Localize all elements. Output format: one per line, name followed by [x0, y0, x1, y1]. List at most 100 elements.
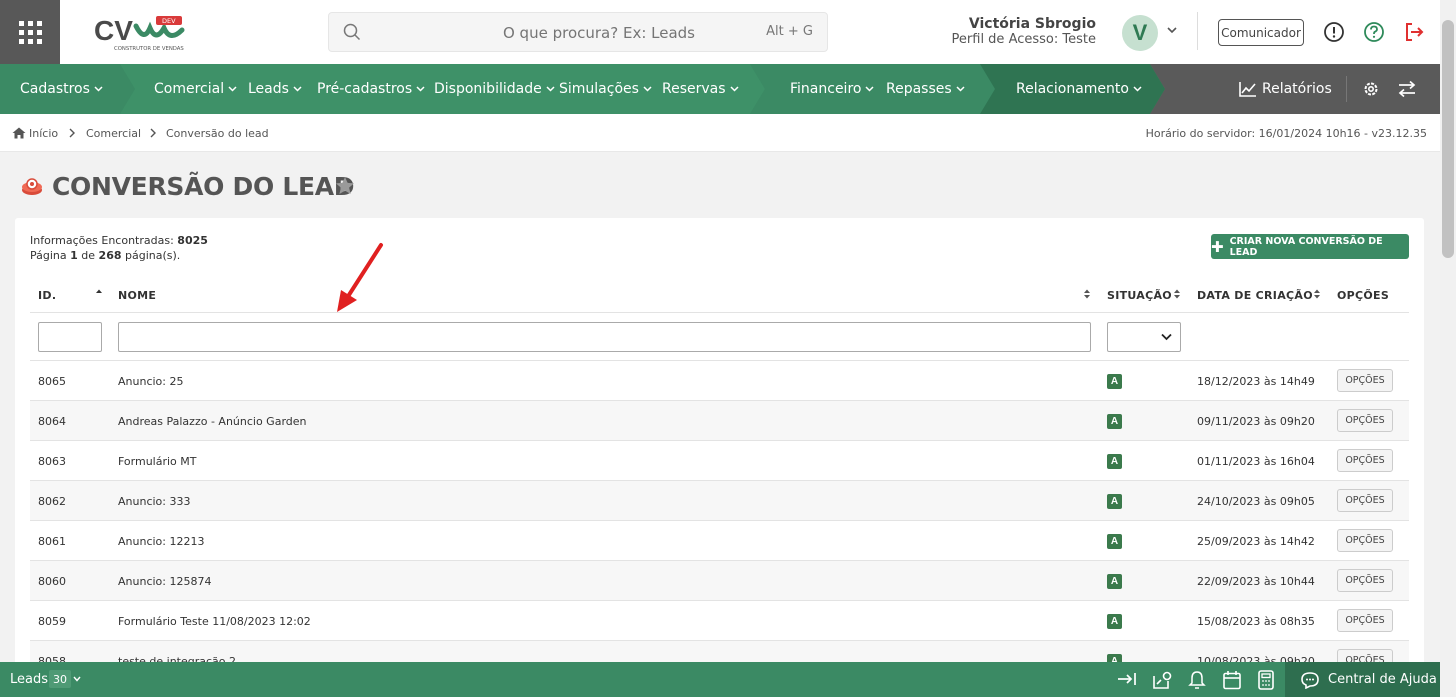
row-id: 8064 [38, 415, 66, 428]
bell-icon[interactable] [1188, 670, 1206, 690]
row-name: Formulário Teste 11/08/2023 12:02 [118, 615, 311, 628]
nav-divider [1346, 76, 1347, 102]
nav-item-cadastros[interactable]: Cadastros [20, 64, 103, 114]
table-row[interactable]: 8063 Formulário MT A 01/11/2023 às 16h04… [30, 440, 1409, 480]
search-icon [343, 23, 361, 41]
map-pin-icon[interactable] [1151, 670, 1173, 690]
sort-icon[interactable] [1313, 288, 1321, 300]
sort-icon[interactable] [1083, 288, 1091, 300]
row-name: Andreas Palazzo - Anúncio Garden [118, 415, 307, 428]
help-center-button[interactable]: Central de Ajuda [1285, 662, 1440, 697]
main-nav: Cadastros Comercial Leads Pré-cadastros … [0, 64, 1440, 114]
top-header: CV DEV CONSTRUTOR DE VENDAS Alt + G Vict… [0, 0, 1440, 64]
search-input[interactable] [449, 21, 749, 45]
row-name: Anuncio: 125874 [118, 575, 212, 588]
svg-text:DEV: DEV [162, 17, 176, 25]
info-found: Informações Encontradas: 8025 [30, 234, 208, 247]
table-row[interactable]: 8061 Anuncio: 12213 A 25/09/2023 às 14h4… [30, 520, 1409, 560]
gear-icon[interactable] [1362, 80, 1380, 98]
home-icon[interactable] [12, 127, 26, 139]
table-row[interactable]: 8060 Anuncio: 125874 A 22/09/2023 às 10h… [30, 560, 1409, 600]
page-title: CONVERSÃO DO LEAD [52, 172, 355, 201]
chevron-down-icon[interactable] [1167, 27, 1177, 34]
scrollbar-thumb[interactable] [1442, 20, 1454, 258]
server-time: Horário do servidor: 16/01/2024 10h16 - … [1145, 127, 1427, 140]
row-created: 09/11/2023 às 09h20 [1197, 415, 1315, 428]
table-row[interactable]: 8064 Andreas Palazzo - Anúncio Garden A … [30, 400, 1409, 440]
sort-asc-icon[interactable] [95, 288, 103, 298]
column-header-situacao[interactable]: SITUAÇÃO [1107, 289, 1172, 302]
help-icon[interactable] [1363, 21, 1385, 43]
bottom-leads-count: 30 [49, 670, 71, 688]
column-header-id[interactable]: ID. [38, 289, 56, 302]
breadcrumb-current: Conversão do lead [166, 127, 269, 140]
chevron-down-icon [1133, 86, 1142, 92]
nav-item-comercial[interactable]: Comercial [154, 64, 237, 114]
status-badge: A [1107, 414, 1122, 429]
options-button[interactable]: OPÇÕES [1337, 449, 1393, 472]
nav-item-financeiro[interactable]: Financeiro [790, 64, 874, 114]
filter-id-input[interactable] [38, 322, 102, 352]
row-created: 18/12/2023 às 14h49 [1197, 375, 1315, 388]
table-row[interactable]: 8059 Formulário Teste 11/08/2023 12:02 A… [30, 600, 1409, 640]
chevron-down-icon [730, 86, 739, 92]
chevron-down-icon [643, 86, 652, 92]
avatar[interactable]: V [1122, 15, 1158, 51]
info-icon[interactable] [1323, 21, 1345, 43]
swap-icon[interactable] [1397, 80, 1417, 98]
star-icon[interactable] [335, 176, 355, 195]
column-header-data-criacao[interactable]: DATA DE CRIAÇÃO [1197, 289, 1313, 302]
nav-item-relatorios[interactable]: Relatórios [1239, 64, 1332, 114]
calendar-icon[interactable] [1222, 670, 1242, 690]
lead-conversion-icon [22, 178, 42, 195]
status-badge: A [1107, 454, 1122, 469]
nav-item-repasses[interactable]: Repasses [886, 64, 965, 114]
column-header-nome[interactable]: NOME [118, 289, 156, 302]
status-badge: A [1107, 534, 1122, 549]
row-name: Anuncio: 333 [118, 495, 191, 508]
row-id: 8062 [38, 495, 66, 508]
nav-item-reservas[interactable]: Reservas [662, 64, 739, 114]
options-button[interactable]: OPÇÕES [1337, 609, 1393, 632]
plus-icon: ✚ [1211, 237, 1224, 256]
logo[interactable]: CV DEV CONSTRUTOR DE VENDAS [92, 12, 192, 54]
comunicador-button[interactable]: Comunicador [1218, 19, 1304, 46]
options-button[interactable]: OPÇÕES [1337, 569, 1393, 592]
logout-icon[interactable] [1403, 21, 1425, 43]
breadcrumb: Início Comercial Conversão do lead Horár… [0, 114, 1440, 152]
chevron-down-icon [1161, 333, 1172, 341]
row-id: 8061 [38, 535, 66, 548]
chevron-right-icon [69, 128, 75, 138]
chevron-down-icon [865, 86, 874, 92]
nav-item-relacionamento[interactable]: Relacionamento [1016, 64, 1142, 114]
collapse-right-icon[interactable] [1117, 670, 1137, 688]
breadcrumb-inicio[interactable]: Início [29, 127, 58, 140]
table-row[interactable]: 8065 Anuncio: 25 A 18/12/2023 às 14h49 O… [30, 360, 1409, 400]
nav-item-simulacoes[interactable]: Simulações [559, 64, 652, 114]
sort-icon[interactable] [1173, 288, 1181, 300]
row-id: 8060 [38, 575, 66, 588]
options-button[interactable]: OPÇÕES [1337, 529, 1393, 552]
table-row[interactable]: 8062 Anuncio: 333 A 24/10/2023 às 09h05 … [30, 480, 1409, 520]
nav-item-disponibilidade[interactable]: Disponibilidade [434, 64, 555, 114]
nav-item-leads[interactable]: Leads [248, 64, 302, 114]
search-bar[interactable]: Alt + G [328, 12, 828, 52]
options-button[interactable]: OPÇÕES [1337, 369, 1393, 392]
breadcrumb-comercial[interactable]: Comercial [86, 127, 141, 140]
options-button[interactable]: OPÇÕES [1337, 409, 1393, 432]
calculator-icon[interactable] [1257, 670, 1275, 690]
row-created: 25/09/2023 às 14h42 [1197, 535, 1315, 548]
chevron-right-icon [150, 128, 156, 138]
nav-item-pre-cadastros[interactable]: Pré-cadastros [317, 64, 425, 114]
bottom-leads-label[interactable]: Leads [10, 672, 48, 687]
row-name: Anuncio: 25 [118, 375, 184, 388]
apps-menu-button[interactable] [0, 0, 60, 64]
options-button[interactable]: OPÇÕES [1337, 489, 1393, 512]
create-lead-conversion-button[interactable]: ✚ CRIAR NOVA CONVERSÃO DE LEAD [1211, 234, 1409, 259]
chevron-down-icon[interactable] [73, 676, 81, 682]
filter-situacao-select[interactable] [1107, 322, 1181, 352]
row-created: 15/08/2023 às 08h35 [1197, 615, 1315, 628]
row-created: 22/09/2023 às 10h44 [1197, 575, 1315, 588]
chevron-down-icon [416, 86, 425, 92]
filter-nome-input[interactable] [118, 322, 1091, 352]
